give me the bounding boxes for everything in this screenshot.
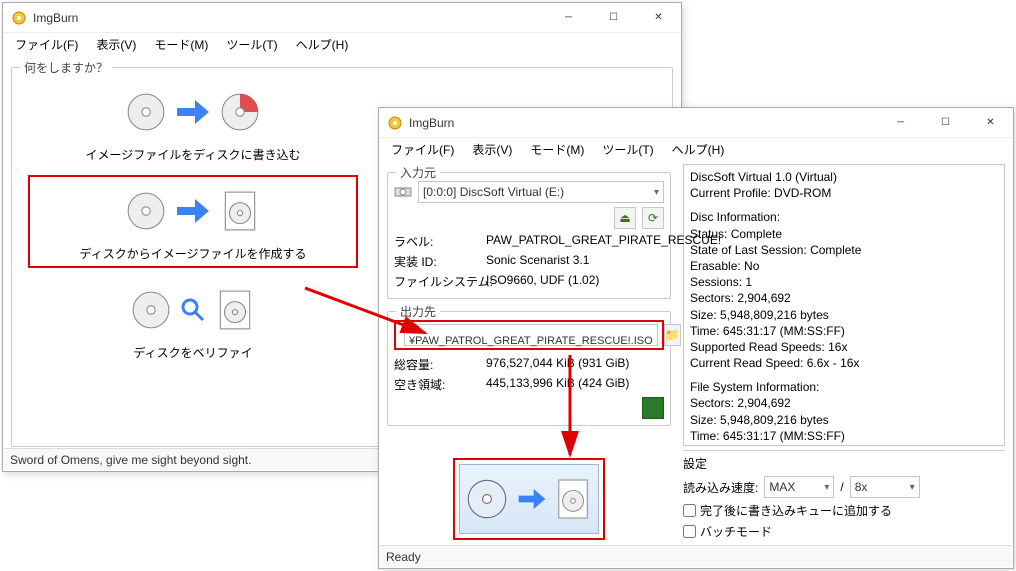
magnify-icon	[180, 297, 206, 323]
arrow-icon	[175, 193, 211, 229]
info-line: Sessions: 1	[690, 274, 998, 290]
arrow-icon	[517, 484, 547, 514]
read-speed-label: 読み込み速度:	[683, 479, 758, 496]
drive-icon	[394, 183, 412, 201]
menu-view[interactable]: 表示(V)	[88, 34, 144, 55]
eject-button[interactable]: ⏏	[614, 207, 636, 229]
free-val: 445,133,996 KiB (424 GiB)	[486, 376, 664, 393]
status-text: Sword of Omens, give me sight beyond sig…	[10, 453, 251, 467]
info-line: DiscSoft Virtual 1.0 (Virtual)	[690, 169, 998, 185]
free-lbl: 空き領域:	[394, 376, 482, 393]
mode-write-image-label: イメージファイルをディスクに書き込む	[86, 146, 301, 163]
browse-dest-button[interactable]: 📁	[664, 324, 681, 346]
fs-lbl: ファイルシステム:	[394, 273, 482, 290]
titlebar: ImgBurn ─ ☐ ✕	[3, 3, 681, 33]
queue-after-label: 完了後に書き込みキューに追加する	[700, 502, 892, 519]
menu-view[interactable]: 表示(V)	[464, 139, 520, 160]
info-line: Status: Complete	[690, 226, 998, 242]
led-indicator	[642, 397, 664, 419]
arrow-icon	[175, 94, 211, 130]
menu-mode[interactable]: モード(M)	[522, 139, 592, 160]
menu-file[interactable]: ファイル(F)	[383, 139, 462, 160]
info-line: Sectors: 2,904,692	[690, 290, 998, 306]
file-disc-icon	[219, 190, 261, 232]
disc-icon	[125, 91, 167, 133]
menu-tools[interactable]: ツール(T)	[594, 139, 661, 160]
title-text: ImgBurn	[409, 116, 878, 130]
impl-lbl: 実装 ID:	[394, 253, 482, 270]
info-line: Size: 5,948,809,216 bytes	[690, 307, 998, 323]
label-lbl: ラベル:	[394, 233, 482, 250]
source-group-label: 入力元	[396, 164, 440, 181]
info-line: File System Information:	[690, 379, 998, 395]
dest-path-field[interactable]: D:¥PAW_PATROL_GREAT_PIRATE_RESCUE!.ISO	[404, 324, 658, 346]
mode-create-image[interactable]: ディスクからイメージファイルを作成する	[28, 175, 358, 268]
app-icon	[11, 10, 27, 26]
info-line: Erasable: No	[690, 258, 998, 274]
batch-mode-label: バッチモード	[700, 523, 772, 540]
title-text: ImgBurn	[33, 11, 546, 25]
group-label: 何をしますか？	[20, 59, 112, 76]
menu-help[interactable]: ヘルプ(H)	[288, 34, 357, 55]
queue-after-input[interactable]	[683, 504, 696, 517]
info-line: Disc Information:	[690, 209, 998, 225]
status-text: Ready	[386, 550, 421, 564]
info-line: Current Read Speed: 6.6x - 16x	[690, 355, 998, 371]
menu-tools[interactable]: ツール(T)	[218, 34, 285, 55]
disc-icon	[130, 289, 172, 331]
slash-label: /	[840, 480, 843, 494]
close-button[interactable]: ✕	[636, 3, 681, 32]
retry-speed-value: 8x	[855, 480, 868, 494]
info-line: Time: 645:31:17 (MM:SS:FF)	[690, 323, 998, 339]
total-val: 976,527,044 KiB (931 GiB)	[486, 356, 664, 373]
minimize-button[interactable]: ─	[546, 3, 591, 32]
disc-red-icon	[219, 91, 261, 133]
settings-header: 設定	[683, 455, 1005, 472]
source-drive-value: [0:0:0] DiscSoft Virtual (E:)	[423, 185, 564, 199]
info-line: State of Last Session: Complete	[690, 242, 998, 258]
start-read-button[interactable]	[459, 464, 599, 534]
info-line: Size: 5,948,809,216 bytes	[690, 412, 998, 428]
info-line: Current Profile: DVD-ROM	[690, 185, 998, 201]
mode-verify[interactable]: ディスクをベリファイ	[28, 274, 358, 367]
total-lbl: 総容量:	[394, 356, 482, 373]
maximize-button[interactable]: ☐	[591, 3, 636, 32]
menu-mode[interactable]: モード(M)	[146, 34, 216, 55]
dest-group-label: 出力先	[396, 303, 440, 320]
impl-val: Sonic Scenarist 3.1	[486, 253, 721, 270]
fs-val: ISO9660, UDF (1.02)	[486, 273, 721, 290]
read-speed-value: MAX	[769, 480, 795, 494]
mode-verify-label: ディスクをベリファイ	[133, 344, 252, 361]
info-line: Time: 645:31:17 (MM:SS:FF)	[690, 428, 998, 444]
disc-icon	[465, 477, 509, 521]
disc-icon	[125, 190, 167, 232]
menu-help[interactable]: ヘルプ(H)	[664, 139, 733, 160]
mode-write-image[interactable]: イメージファイルをディスクに書き込む	[28, 76, 358, 169]
source-drive-select[interactable]: [0:0:0] DiscSoft Virtual (E:)	[418, 181, 664, 203]
app-icon	[387, 115, 403, 131]
dest-path-value: D:¥PAW_PATROL_GREAT_PIRATE_RESCUE!.ISO	[409, 323, 653, 347]
menu-file[interactable]: ファイル(F)	[7, 34, 86, 55]
disc-info-box[interactable]: DiscSoft Virtual 1.0 (Virtual) Current P…	[683, 164, 1005, 446]
mode-create-image-label: ディスクからイメージファイルを作成する	[80, 245, 307, 262]
read-speed-select[interactable]: MAX	[764, 476, 834, 498]
close-button[interactable]: ✕	[968, 108, 1013, 137]
menubar: ファイル(F) 表示(V) モード(M) ツール(T) ヘルプ(H)	[379, 138, 1013, 160]
minimize-button[interactable]: ─	[878, 108, 923, 137]
titlebar: ImgBurn ─ ☐ ✕	[379, 108, 1013, 138]
window-read: ImgBurn ─ ☐ ✕ ファイル(F) 表示(V) モード(M) ツール(T…	[378, 107, 1014, 569]
batch-mode-checkbox[interactable]: バッチモード	[683, 523, 1005, 540]
statusbar: Ready	[380, 545, 1012, 567]
info-line: Supported Read Speeds: 16x	[690, 339, 998, 355]
maximize-button[interactable]: ☐	[923, 108, 968, 137]
refresh-button[interactable]: ⟳	[642, 207, 664, 229]
retry-speed-select[interactable]: 8x	[850, 476, 920, 498]
label-val: PAW_PATROL_GREAT_PIRATE_RESCUE!	[486, 233, 721, 250]
file-disc-icon	[214, 289, 256, 331]
queue-after-checkbox[interactable]: 完了後に書き込みキューに追加する	[683, 502, 1005, 519]
menubar: ファイル(F) 表示(V) モード(M) ツール(T) ヘルプ(H)	[3, 33, 681, 55]
file-disc-icon	[555, 477, 593, 521]
batch-mode-input[interactable]	[683, 525, 696, 538]
info-line: Sectors: 2,904,692	[690, 395, 998, 411]
